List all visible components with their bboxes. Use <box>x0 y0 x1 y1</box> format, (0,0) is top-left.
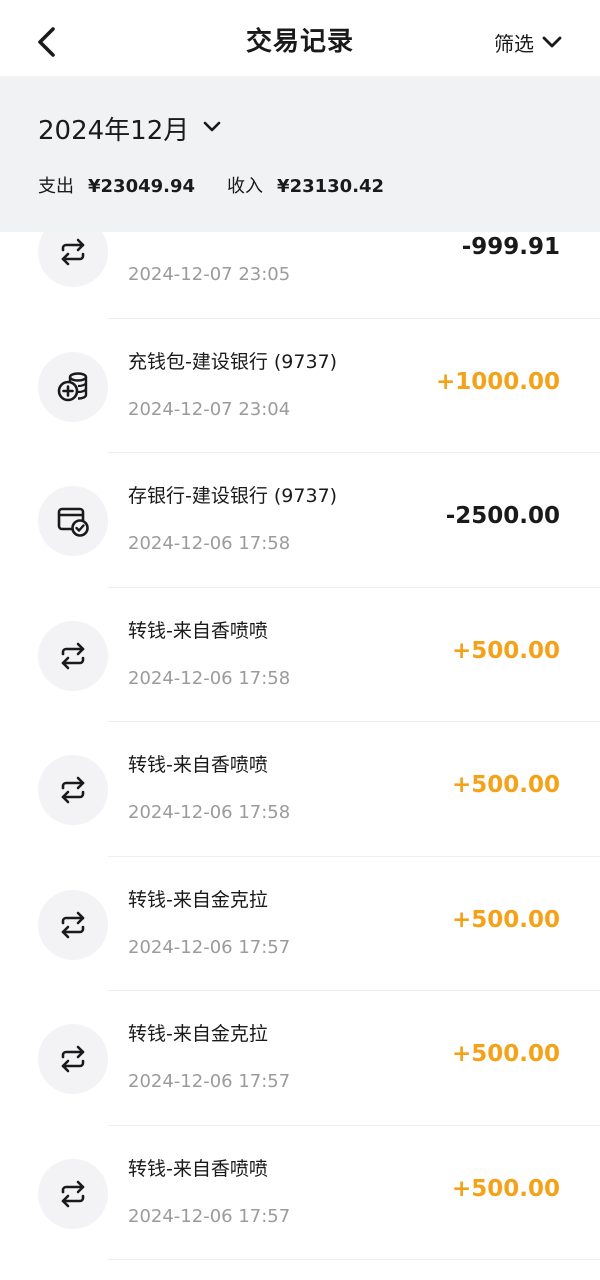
transaction-list: 2024-12-07 23:05 -999.91 充钱包-建设银行 (9737) 20… <box>0 184 600 1260</box>
row-divider <box>108 1259 600 1260</box>
totals: 支出 ¥23049.94 收入 ¥23130.42 <box>38 172 416 198</box>
month-label: 2024年12月 <box>38 116 190 146</box>
transaction-time: 2024-12-06 17:57 <box>128 1205 291 1227</box>
transfer-icon <box>38 620 108 691</box>
transaction-amount: +500.00 <box>451 637 560 664</box>
transaction-amount: +500.00 <box>451 906 560 933</box>
transaction-row[interactable]: 转钱-来自金克拉 2024-12-06 17:57 +500.00 <box>0 991 600 1126</box>
transaction-row[interactable]: 充钱包-建设银行 (9737) 2024-12-07 23:04 +1000.00 <box>0 318 600 453</box>
transaction-row[interactable]: 转钱-来自金克拉 2024-12-06 17:57 +500.00 <box>0 856 600 991</box>
transaction-time: 2024-12-06 17:58 <box>128 802 291 823</box>
transaction-time: 2024-12-06 17:57 <box>128 936 291 958</box>
transaction-name: 转钱-来自香喷喷 <box>128 754 268 776</box>
transaction-amount: +500.00 <box>451 772 560 798</box>
transaction-row[interactable]: 转钱-来自香喷喷 2024-12-06 17:58 +500.00 <box>0 587 600 722</box>
filter-button[interactable]: 筛选 <box>494 26 564 58</box>
transaction-time: 2024-12-06 17:58 <box>128 533 291 554</box>
transaction-time: 2024-12-07 23:05 <box>128 264 291 285</box>
expense-total: ¥23049.94 <box>88 176 196 197</box>
chevron-down-icon <box>201 116 223 142</box>
transfer-icon <box>38 1024 108 1094</box>
month-summary: 2024年12月 支出 ¥23049.94 收入 ¥23130.42 <box>0 76 600 232</box>
card-check-icon <box>38 486 108 556</box>
month-selector[interactable]: 2024年12月 <box>38 110 223 147</box>
filter-label: 筛选 <box>494 31 534 56</box>
transaction-time: 2024-12-07 23:04 <box>128 398 291 420</box>
transaction-name: 转钱-来自金克拉 <box>128 1023 268 1045</box>
transaction-time: 2024-12-06 17:58 <box>128 667 291 689</box>
transaction-amount: -2500.00 <box>445 503 560 529</box>
transaction-row[interactable]: 转钱-来自香喷喷 2024-12-06 17:57 +500.00 <box>0 1125 600 1260</box>
transaction-amount: -999.91 <box>461 234 560 260</box>
transfer-icon <box>38 1158 108 1229</box>
coins-add-icon <box>38 351 108 422</box>
transfer-icon <box>38 889 108 960</box>
transaction-time: 2024-12-06 17:57 <box>128 1071 291 1092</box>
transaction-amount: +500.00 <box>451 1175 560 1202</box>
chevron-down-icon <box>540 30 564 54</box>
expense-label: 支出 <box>38 176 74 197</box>
transaction-amount: +1000.00 <box>435 368 560 395</box>
transaction-name: 存银行-建设银行 (9737) <box>128 485 338 507</box>
income-total: ¥23130.42 <box>277 176 385 197</box>
transfer-icon <box>38 755 108 825</box>
transaction-name: 转钱-来自金克拉 <box>128 888 268 911</box>
transaction-row[interactable]: 转钱-来自香喷喷 2024-12-06 17:58 +500.00 <box>0 722 600 857</box>
transaction-amount: +500.00 <box>451 1041 560 1067</box>
income-label: 收入 <box>227 176 264 197</box>
transaction-row[interactable]: 存银行-建设银行 (9737) 2024-12-06 17:58 -2500.00 <box>0 453 600 588</box>
top-bar: 交易记录 筛选 <box>0 0 600 76</box>
transaction-name: 充钱包-建设银行 (9737) <box>128 350 338 373</box>
transaction-name: 转钱-来自香喷喷 <box>128 619 268 642</box>
transaction-name: 转钱-来自香喷喷 <box>128 1157 268 1180</box>
